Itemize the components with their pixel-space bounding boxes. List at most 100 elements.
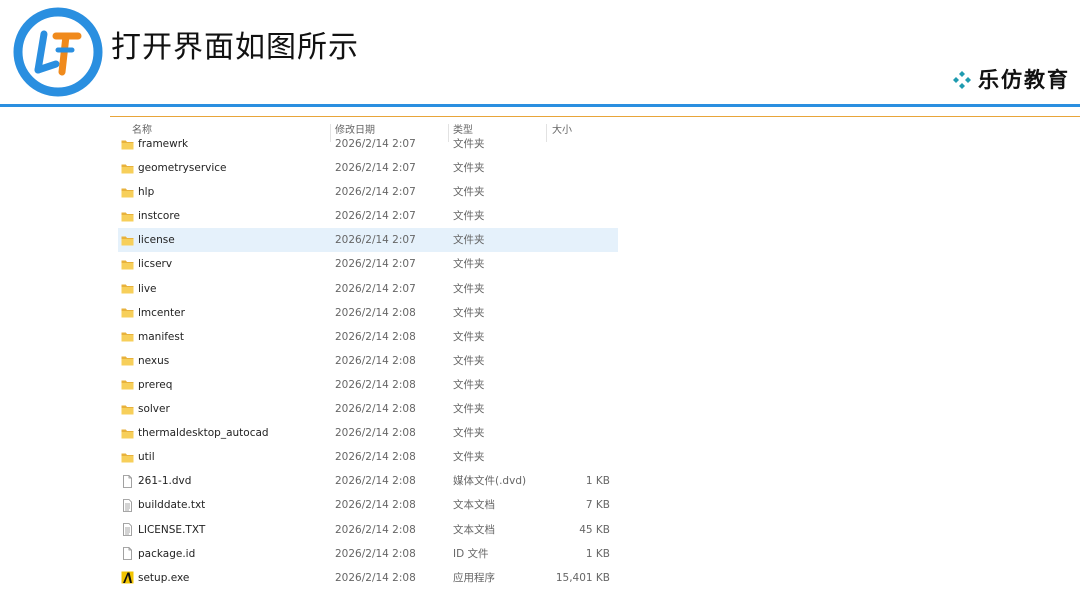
file-name: live bbox=[138, 282, 157, 295]
file-type: 文件夹 bbox=[453, 354, 485, 367]
file-name: thermaldesktop_autocad bbox=[138, 427, 269, 440]
file-row[interactable]: nexus 2026/2/14 2:08 文件夹 bbox=[118, 349, 618, 373]
file-date: 2026/2/14 2:08 bbox=[335, 403, 416, 416]
file-date: 2026/2/14 2:08 bbox=[335, 306, 416, 319]
file-name-cell[interactable]: license bbox=[121, 228, 175, 252]
file-name: 261-1.dvd bbox=[138, 475, 192, 488]
file-name-cell[interactable]: live bbox=[121, 277, 157, 301]
file-rows: framewrk 2026/2/14 2:07 文件夹 geometryservice… bbox=[118, 132, 618, 590]
file-type: 媒体文件(.dvd) bbox=[453, 475, 527, 488]
file-name-cell[interactable]: framewrk bbox=[121, 132, 188, 156]
file-name: geometryservice bbox=[138, 162, 227, 175]
file-row[interactable]: thermaldesktop_autocad 2026/2/14 2:08 文件夹 bbox=[118, 421, 618, 445]
file-icon bbox=[121, 547, 134, 560]
file-date: 2026/2/14 2:07 bbox=[335, 210, 416, 223]
file-date: 2026/2/14 2:08 bbox=[335, 523, 416, 536]
brand: 乐仿教育 bbox=[952, 66, 1070, 94]
file-name-cell[interactable]: util bbox=[121, 445, 155, 469]
file-type: 文件夹 bbox=[453, 138, 485, 150]
file-type: 文件夹 bbox=[453, 234, 485, 247]
file-row[interactable]: license 2026/2/14 2:07 文件夹 bbox=[118, 228, 618, 253]
file-row[interactable]: setup.exe 2026/2/14 2:08 应用程序 15,401 KB bbox=[118, 566, 618, 590]
file-name: util bbox=[138, 451, 155, 464]
file-name-cell[interactable]: instcore bbox=[121, 204, 180, 228]
file-type: 文件夹 bbox=[453, 427, 485, 440]
file-name-cell[interactable]: prereq bbox=[121, 373, 172, 397]
file-type: 文本文档 bbox=[453, 499, 495, 512]
file-row[interactable]: solver 2026/2/14 2:08 文件夹 bbox=[118, 397, 618, 421]
file-type: 文件夹 bbox=[453, 330, 485, 343]
file-name: nexus bbox=[138, 354, 170, 367]
file-date: 2026/2/14 2:07 bbox=[335, 258, 416, 271]
folder-icon bbox=[121, 354, 134, 367]
file-name-cell[interactable]: LICENSE.TXT bbox=[121, 518, 205, 542]
file-row[interactable]: builddate.txt 2026/2/14 2:08 文本文档 7 KB bbox=[118, 493, 618, 517]
file-date: 2026/2/14 2:08 bbox=[335, 354, 416, 367]
file-name-cell[interactable]: solver bbox=[121, 397, 170, 421]
file-name-cell[interactable]: geometryservice bbox=[121, 156, 227, 180]
file-row[interactable]: lmcenter 2026/2/14 2:08 文件夹 bbox=[118, 301, 618, 325]
file-date: 2026/2/14 2:08 bbox=[335, 499, 416, 512]
file-name-cell[interactable]: setup.exe bbox=[121, 566, 189, 590]
file-row[interactable]: manifest 2026/2/14 2:08 文件夹 bbox=[118, 325, 618, 349]
file-icon bbox=[121, 474, 134, 488]
file-date: 2026/2/14 2:08 bbox=[335, 427, 416, 440]
file-name-cell[interactable]: builddate.txt bbox=[121, 493, 205, 517]
file-type: 文件夹 bbox=[453, 210, 485, 223]
file-type: 文件夹 bbox=[453, 306, 485, 319]
file-name: setup.exe bbox=[138, 571, 190, 584]
file-name-cell[interactable]: package.id bbox=[121, 542, 195, 566]
file-name-cell[interactable]: lmcenter bbox=[121, 301, 185, 325]
file-row[interactable]: package.id 2026/2/14 2:08 ID 文件 1 KB bbox=[118, 542, 618, 566]
folder-icon bbox=[121, 186, 134, 199]
file-date: 2026/2/14 2:08 bbox=[335, 451, 416, 464]
file-date: 2026/2/14 2:08 bbox=[335, 571, 416, 584]
file-type: 文本文档 bbox=[453, 523, 495, 536]
file-name-cell[interactable]: nexus bbox=[121, 349, 169, 373]
file-name: lmcenter bbox=[138, 306, 185, 319]
file-date: 2026/2/14 2:08 bbox=[335, 378, 416, 391]
file-type: ID 文件 bbox=[453, 547, 489, 560]
file-row[interactable]: hlp 2026/2/14 2:07 文件夹 bbox=[118, 180, 618, 204]
folder-icon bbox=[121, 234, 134, 247]
lf-logo-icon bbox=[13, 7, 103, 97]
file-date: 2026/2/14 2:07 bbox=[335, 162, 416, 175]
file-name: manifest bbox=[138, 330, 184, 343]
file-type: 文件夹 bbox=[453, 258, 485, 271]
folder-icon bbox=[121, 403, 134, 416]
file-row[interactable]: licserv 2026/2/14 2:07 文件夹 bbox=[118, 252, 618, 276]
file-row[interactable]: live 2026/2/14 2:07 文件夹 bbox=[118, 277, 618, 301]
file-name: prereq bbox=[138, 378, 173, 391]
folder-icon bbox=[121, 162, 134, 175]
folder-icon bbox=[121, 330, 134, 343]
file-list: 名称 修改日期 类型 大小 framewrk 2026/2/14 2:07 文件夹 g… bbox=[118, 118, 618, 598]
file-row[interactable]: LICENSE.TXT 2026/2/14 2:08 文本文档 45 KB bbox=[118, 518, 618, 542]
header-divider-orange bbox=[110, 116, 1080, 117]
file-date: 2026/2/14 2:08 bbox=[335, 475, 416, 488]
file-row[interactable]: instcore 2026/2/14 2:07 文件夹 bbox=[118, 204, 618, 228]
file-date: 2026/2/14 2:07 bbox=[335, 186, 416, 199]
file-type: 文件夹 bbox=[453, 186, 485, 199]
file-type: 应用程序 bbox=[453, 571, 495, 584]
file-type: 文件夹 bbox=[453, 162, 485, 175]
folder-icon bbox=[121, 210, 134, 223]
file-name-cell[interactable]: thermaldesktop_autocad bbox=[121, 421, 269, 445]
file-name-cell[interactable]: 261-1.dvd bbox=[121, 469, 191, 493]
file-date: 2026/2/14 2:08 bbox=[335, 330, 416, 343]
file-row[interactable]: util 2026/2/14 2:08 文件夹 bbox=[118, 445, 618, 469]
file-date: 2026/2/14 2:08 bbox=[335, 547, 416, 560]
file-name-cell[interactable]: hlp bbox=[121, 180, 154, 204]
file-name-cell[interactable]: manifest bbox=[121, 325, 184, 349]
file-name: builddate.txt bbox=[138, 499, 206, 512]
file-row[interactable]: framewrk 2026/2/14 2:07 文件夹 bbox=[118, 132, 618, 156]
file-row[interactable]: geometryservice 2026/2/14 2:07 文件夹 bbox=[118, 156, 618, 180]
text-file-icon bbox=[121, 499, 134, 512]
file-row[interactable]: prereq 2026/2/14 2:08 文件夹 bbox=[118, 373, 618, 397]
file-name-cell[interactable]: licserv bbox=[121, 252, 172, 276]
text-file-icon bbox=[121, 523, 134, 536]
file-name: license bbox=[138, 234, 175, 247]
file-type: 文件夹 bbox=[453, 282, 485, 295]
file-size: 1 KB bbox=[585, 547, 610, 560]
file-name: instcore bbox=[138, 210, 180, 223]
file-row[interactable]: 261-1.dvd 2026/2/14 2:08 媒体文件(.dvd) 1 KB bbox=[118, 469, 618, 493]
